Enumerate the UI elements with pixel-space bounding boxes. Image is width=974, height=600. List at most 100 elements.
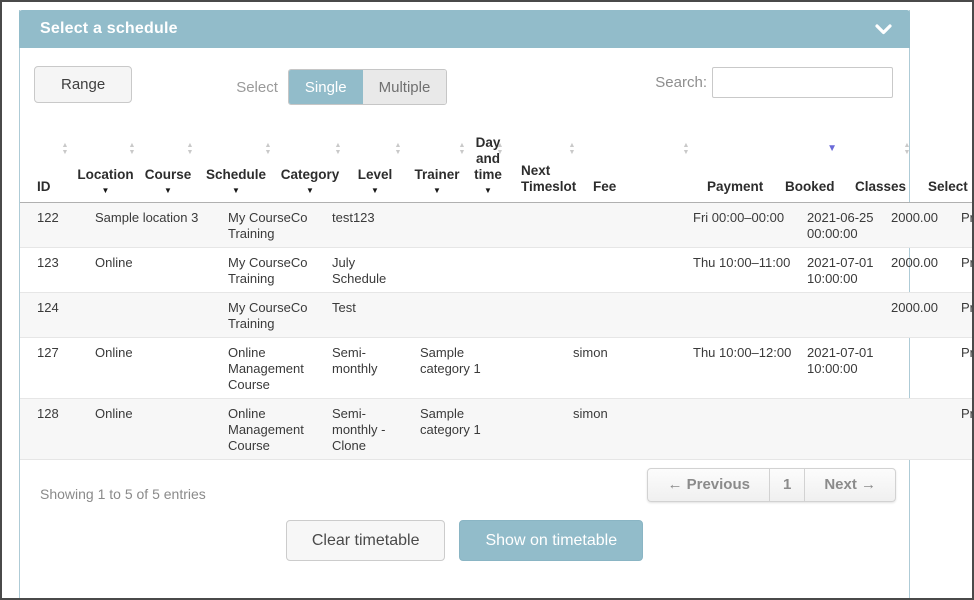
panel-header[interactable]: Select a schedule [19, 10, 910, 48]
cell-category: Sample category 1 [410, 399, 497, 460]
column-label: Payment [707, 179, 771, 195]
sort-icon: ▲▼ [565, 143, 579, 156]
table-body: 122Sample location 3My CourseCo Training… [20, 202, 974, 460]
cell-day_time: Thu 10:00–11:00 [683, 248, 801, 293]
column-header-day_time[interactable]: ▲▼Day and time▼ [469, 115, 507, 202]
column-header-classes[interactable]: ▲▼ Classes [841, 115, 914, 202]
cell-payment: PrePay [951, 203, 974, 248]
chevron-down-icon[interactable] [875, 24, 892, 35]
sort-icon: ▲▼ [261, 143, 275, 156]
cell-course: Online Management Course [218, 399, 322, 460]
cell-level [497, 338, 563, 399]
cell-next_timeslot [801, 293, 881, 338]
cell-location: Sample location 3 [85, 203, 218, 248]
show-on-timetable-button[interactable]: Show on timetable [459, 520, 643, 561]
column-label: Level [345, 167, 405, 183]
cell-id: 128 [20, 399, 85, 460]
column-label: Classes [855, 179, 914, 195]
search-input[interactable] [712, 67, 893, 98]
column-header-trainer[interactable]: ▲▼ Trainer ▼ [405, 115, 469, 202]
column-label: Trainer [405, 167, 469, 183]
cell-next_timeslot: 2021-07-01 10:00:00 [801, 338, 881, 399]
cell-next_timeslot: 2021-07-01 10:00:00 [801, 248, 881, 293]
sort-icon: ▲▼ [493, 143, 507, 156]
column-header-booked[interactable]: ▼ Booked [771, 115, 841, 202]
clear-timetable-button[interactable]: Clear timetable [286, 520, 446, 561]
sort-icon: ▲▼ [900, 143, 914, 156]
cell-location: Online [85, 338, 218, 399]
cell-fee [881, 338, 951, 399]
cell-trainer: simon [563, 399, 683, 460]
sort-icon: ▲▼ [679, 143, 693, 156]
cell-schedule: Semi-monthly [322, 338, 410, 399]
filter-caret-icon[interactable]: ▼ [275, 187, 345, 195]
schedule-table: ▲▼ID▲▼Location▼▲▼Course▼▲▼Schedule▼▲▼Cat… [20, 115, 962, 460]
column-header-fee[interactable]: ▲▼Fee [579, 115, 693, 202]
column-header-course[interactable]: ▲▼ Course ▼ [139, 115, 197, 202]
cell-category [410, 293, 497, 338]
cell-category [410, 203, 497, 248]
entries-info: Showing 1 to 5 of 5 entries [40, 486, 206, 502]
filter-caret-icon[interactable]: ▼ [139, 187, 197, 195]
column-label: Schedule [197, 167, 275, 183]
column-header-level[interactable]: ▲▼Level▼ [345, 115, 405, 202]
cell-trainer [563, 248, 683, 293]
column-header-location[interactable]: ▲▼ Location ▼ [72, 115, 139, 202]
toolbar: Range Select Single Multiple Search: [20, 48, 909, 115]
filter-caret-icon[interactable]: ▼ [469, 187, 507, 195]
cell-schedule: July Schedule [322, 248, 410, 293]
cell-category [410, 248, 497, 293]
cell-fee: 2000.00 [881, 293, 951, 338]
sort-icon: ▲▼ [58, 143, 72, 156]
table-row: 122Sample location 3My CourseCo Training… [20, 203, 974, 248]
cell-location: Online [85, 248, 218, 293]
next-button[interactable]: Next → [804, 469, 895, 501]
filter-caret-icon[interactable]: ▼ [72, 187, 139, 195]
filter-caret-icon[interactable]: ▼ [197, 187, 275, 195]
filter-caret-icon[interactable]: ▼ [345, 187, 405, 195]
table-row: 127OnlineOnline Management CourseSemi-mo… [20, 338, 974, 399]
filter-caret-icon[interactable]: ▼ [405, 187, 469, 195]
page-1-button[interactable]: 1 [769, 469, 804, 501]
cell-next_timeslot: 2021-06-25 00:00:00 [801, 203, 881, 248]
single-multiple-toggle: Single Multiple [288, 69, 447, 105]
cell-schedule: Semi-monthly - Clone [322, 399, 410, 460]
cell-day_time: Thu 10:00–12:00 [683, 338, 801, 399]
table-row: 123OnlineMy CourseCo TrainingJuly Schedu… [20, 248, 974, 293]
cell-category: Sample category 1 [410, 338, 497, 399]
cell-location [85, 293, 218, 338]
sort-icon: ▲▼ [455, 143, 469, 156]
cell-day_time [683, 399, 801, 460]
column-label: Course [139, 167, 197, 183]
sort-icon: ▲▼ [183, 143, 197, 156]
column-header-select[interactable]: ▲▼Select [914, 115, 974, 202]
previous-button[interactable]: ← Previous [648, 469, 769, 501]
column-header-payment[interactable]: Payment [693, 115, 771, 202]
sort-icon: ▲▼ [331, 143, 345, 156]
cell-level [497, 293, 563, 338]
column-label: Location [72, 167, 139, 183]
cell-schedule: test123 [322, 203, 410, 248]
cell-payment: PrePay [951, 338, 974, 399]
cell-id: 123 [20, 248, 85, 293]
column-header-id[interactable]: ▲▼ID [20, 115, 72, 202]
cell-id: 122 [20, 203, 85, 248]
column-header-next_timeslot[interactable]: ▲▼Next Timeslot [507, 115, 579, 202]
cell-course: Online Management Course [218, 338, 322, 399]
cell-day_time [683, 293, 801, 338]
multiple-button[interactable]: Multiple [363, 70, 447, 104]
cell-next_timeslot [801, 399, 881, 460]
column-label: Booked [785, 179, 841, 195]
cell-day_time: Fri 00:00–00:00 [683, 203, 801, 248]
sort-desc-icon: ▼ [827, 144, 837, 154]
cell-course: My CourseCo Training [218, 293, 322, 338]
range-button[interactable]: Range [34, 66, 132, 103]
sort-icon: ▲▼ [125, 143, 139, 156]
pagination: ← Previous 1 Next → [647, 468, 896, 502]
column-header-category[interactable]: ▲▼Category▼ [275, 115, 345, 202]
cell-level [497, 248, 563, 293]
single-button[interactable]: Single [289, 70, 363, 104]
search-group: Search: [655, 67, 893, 98]
schedule-panel: Select a schedule Range Select Single Mu… [19, 10, 910, 598]
column-header-schedule[interactable]: ▲▼ Schedule ▼ [197, 115, 275, 202]
